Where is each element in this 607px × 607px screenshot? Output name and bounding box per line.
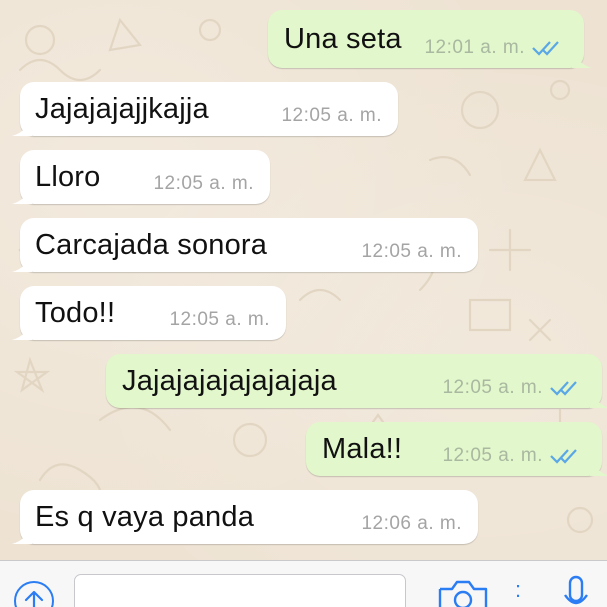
double-check-icon — [550, 381, 577, 396]
message-text: Jajajajajajajajaja — [122, 364, 337, 397]
upload-button[interactable] — [14, 581, 54, 607]
message-text: Es q vaya panda — [35, 500, 255, 533]
bubble-tail — [12, 322, 32, 340]
message-time: 12:01 a. m. — [424, 37, 525, 58]
message-time: 12:05 a. m. — [442, 445, 543, 466]
message-time: 12:05 a. m. — [281, 105, 382, 126]
camera-icon — [438, 580, 488, 607]
message-list[interactable]: Una seta 12:01 a. m. Jajajajajjkajja 12:… — [0, 0, 607, 560]
bubble-tail — [12, 526, 32, 544]
separator: : — [515, 577, 522, 602]
message-time: 12:06 a. m. — [361, 513, 462, 534]
bubble-tail — [590, 458, 607, 476]
composer-bar: : — [0, 560, 607, 607]
bubble-tail — [590, 390, 607, 408]
microphone-button[interactable] — [563, 575, 589, 607]
message-time: 12:05 a. m. — [153, 173, 254, 194]
camera-button[interactable] — [437, 579, 489, 607]
message-meta: 12:05 a. m. — [281, 105, 382, 127]
bubble-tail — [12, 186, 32, 204]
bubble-tail — [12, 118, 32, 136]
microphone-icon — [564, 575, 588, 605]
message-bubble-outgoing[interactable]: Mala!! 12:05 a. m. — [306, 422, 607, 476]
message-meta: 12:05 a. m. — [442, 377, 580, 399]
message-text: Lloro — [35, 160, 101, 193]
message-meta: 12:01 a. m. — [424, 37, 562, 59]
message-bubble-incoming[interactable]: Jajajajajjkajja 12:05 a. m. — [12, 82, 398, 136]
message-meta: 12:05 a. m. — [169, 309, 270, 331]
message-time: 12:05 a. m. — [442, 377, 543, 398]
message-meta: 12:05 a. m. — [442, 445, 580, 467]
message-bubble-outgoing[interactable]: Una seta 12:01 a. m. — [268, 10, 592, 68]
message-bubble-outgoing[interactable]: Jajajajajajajajaja 12:05 a. m. — [106, 354, 607, 408]
message-bubble-incoming[interactable]: Lloro 12:05 a. m. — [12, 150, 270, 204]
message-text: Carcajada sonora — [35, 228, 268, 261]
message-text: Mala!! — [322, 432, 403, 465]
message-bubble-incoming[interactable]: Todo!! 12:05 a. m. — [12, 286, 286, 340]
message-text: Una seta — [284, 22, 402, 55]
upload-icon — [24, 590, 44, 607]
message-time: 12:05 a. m. — [361, 241, 462, 262]
message-meta: 12:05 a. m. — [361, 241, 462, 263]
bubble-tail — [572, 50, 592, 68]
message-meta: 12:05 a. m. — [153, 173, 254, 195]
bubble-tail — [12, 254, 32, 272]
message-bubble-incoming[interactable]: Es q vaya panda 12:06 a. m. — [12, 490, 478, 544]
message-text: Todo!! — [35, 296, 116, 329]
message-input[interactable] — [74, 574, 406, 607]
message-bubble-incoming[interactable]: Carcajada sonora 12:05 a. m. — [12, 218, 478, 272]
message-text: Jajajajajjkajja — [35, 92, 209, 125]
double-check-icon — [550, 449, 577, 464]
message-meta: 12:06 a. m. — [361, 513, 462, 535]
message-time: 12:05 a. m. — [169, 309, 270, 330]
double-check-icon — [532, 41, 559, 56]
